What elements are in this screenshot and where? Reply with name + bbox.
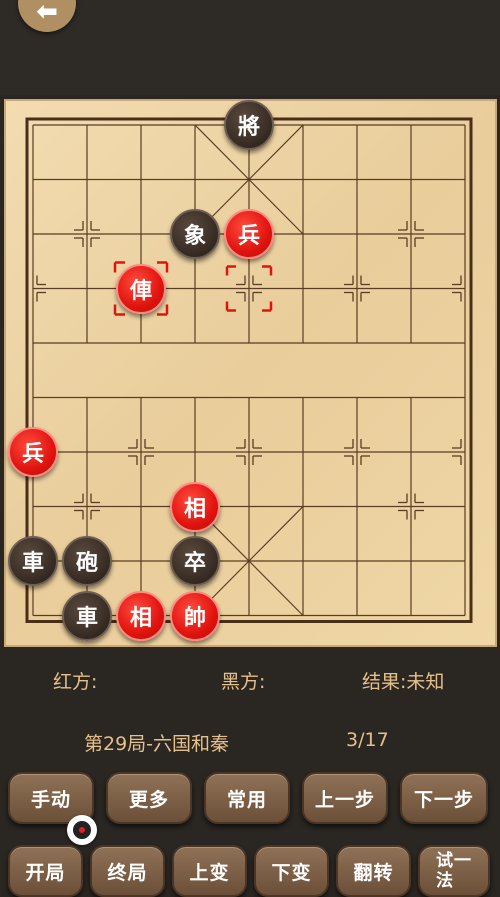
piece-black-chariot-left[interactable]: 車 [8, 536, 58, 586]
arrow-left-icon: ⬅ [36, 0, 58, 27]
next-variation-button[interactable]: 下变 [254, 845, 329, 897]
top-bar: ⬅ [0, 0, 500, 95]
piece-red-soldier-left[interactable]: 兵 [8, 427, 58, 477]
common-button[interactable]: 常用 [204, 772, 290, 824]
piece-red-marshal[interactable]: 帥 [170, 590, 220, 641]
result-label: 结果:未知 [362, 671, 445, 693]
piece-black-general[interactable]: 將 [224, 100, 274, 150]
screen-record-indicator[interactable] [67, 815, 97, 845]
piece-black-cannon[interactable]: 砲 [62, 536, 112, 586]
piece-red-minister-bottom[interactable]: 相 [116, 590, 166, 641]
player-info-bar: 红方: 黑方: 结果:未知 [0, 655, 500, 715]
piece-red-soldier-top[interactable]: 兵 [224, 209, 274, 259]
next-step-button[interactable]: 下一步 [400, 772, 488, 824]
piece-black-chariot-bottom[interactable]: 車 [62, 590, 112, 641]
back-button[interactable]: ⬅ [18, 0, 76, 32]
piece-black-soldier[interactable]: 卒 [170, 536, 220, 586]
red-side-label: 红方: [53, 671, 98, 693]
piece-red-minister-mid[interactable]: 相 [170, 481, 220, 532]
black-side-label: 黑方: [221, 671, 266, 693]
piece-black-elephant[interactable]: 象 [170, 209, 220, 259]
try-method-button[interactable]: 试一 法 [418, 845, 490, 897]
game-title: 第29局-六国和秦 [84, 733, 230, 755]
more-button[interactable]: 更多 [106, 772, 192, 824]
piece-red-chariot-selected[interactable]: 俥 [116, 263, 166, 314]
move-progress: 3/17 [346, 729, 389, 751]
ending-button[interactable]: 终局 [90, 845, 165, 897]
flip-board-button[interactable]: 翻转 [336, 845, 411, 897]
prev-variation-button[interactable]: 上变 [172, 845, 247, 897]
record-icon [73, 821, 91, 839]
game-info-line: 第29局-六国和秦 3/17 [0, 724, 500, 755]
prev-step-button[interactable]: 上一步 [302, 772, 388, 824]
xiangqi-board[interactable]: 將象兵俥兵相車砲卒車相帥 [4, 99, 497, 647]
opening-button[interactable]: 开局 [8, 845, 83, 897]
